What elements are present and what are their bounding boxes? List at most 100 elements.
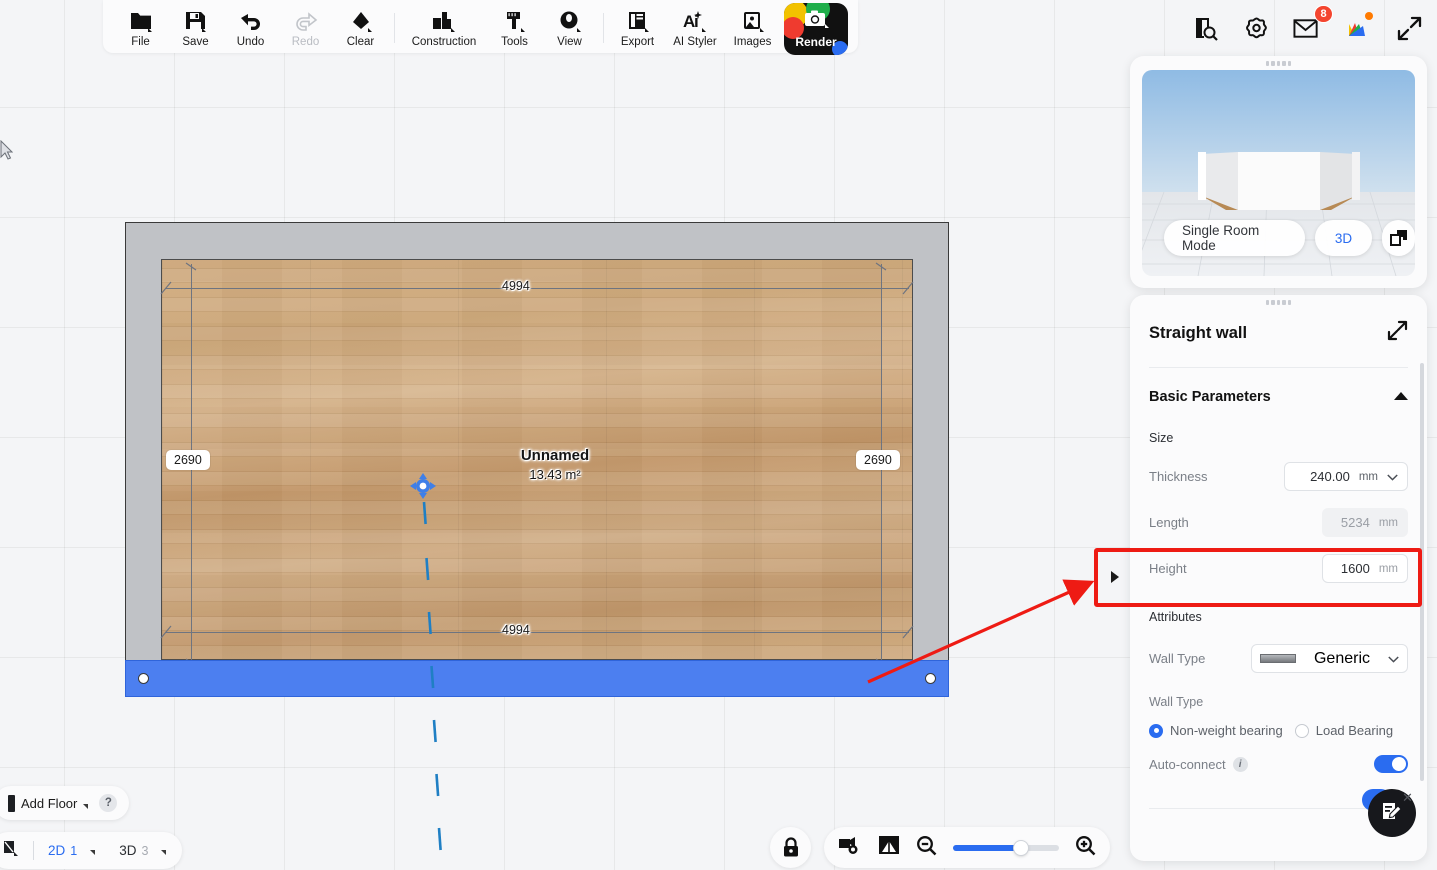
radio-load-bearing[interactable]: Load Bearing [1294,723,1394,738]
size-label: Size [1149,431,1174,445]
radio-label-non-weight: Non-weight bearing [1170,723,1283,738]
help-icon[interactable]: ? [99,794,118,812]
zoom-in-icon[interactable] [1075,835,1096,861]
tools-ruler-icon [503,6,527,36]
caret-down-2d-icon[interactable] [90,850,96,855]
toolbar-item-ai-styler[interactable]: A i AI Styler [665,2,725,53]
mirror-flip-icon[interactable] [878,835,900,860]
thickness-field[interactable]: 240.00 mm [1284,462,1408,491]
info-icon[interactable]: i [1232,756,1248,772]
toolbar-item-save[interactable]: Save [168,2,223,53]
basic-parameters-header[interactable]: Basic Parameters [1149,388,1408,406]
camera-snapshot-icon[interactable] [838,835,862,860]
selected-wall[interactable] [125,660,949,697]
mail-icon[interactable]: 8 [1293,5,1333,42]
eraser-icon [349,6,373,36]
wall-node-right[interactable] [925,673,936,684]
dim-label-top[interactable]: 4994 [502,279,530,293]
dim-label-right[interactable]: 2690 [856,450,900,470]
toolbar-item-tools[interactable]: Tools [487,2,542,53]
chevron-down-walltype-icon[interactable] [1388,650,1399,668]
chevron-up-icon[interactable] [1394,388,1408,406]
floorplan-drawing[interactable]: 4994 4994 2690 2690 Unnamed 13.43 m² [125,222,949,697]
toolbar-label-redo: Redo [291,36,320,48]
wall-type-swatch [1260,654,1296,663]
toolbar-item-clear[interactable]: Clear [333,2,388,53]
zoom-slider[interactable] [953,840,1059,855]
toolbar-item-view[interactable]: View [542,2,597,53]
height-expand-caret-icon[interactable] [1111,571,1119,583]
move-handle-icon[interactable] [409,472,437,500]
color-fan-icon[interactable] [1344,12,1373,42]
toolbar-item-construction[interactable]: Construction [401,2,487,53]
auto-connect-label: Auto-connect [1149,756,1226,772]
undo-arrow-icon [239,6,263,36]
toolbar-label-undo: Undo [236,36,265,48]
room-label[interactable]: Unnamed 13.43 m² [475,447,635,482]
panel-title: Straight wall [1149,323,1248,342]
render-button[interactable]: Render [784,3,848,55]
view-mode-bar: 2D 1 3D 3 [0,832,183,869]
chevron-down-icon[interactable] [1387,468,1398,486]
fullscreen-expand-icon[interactable] [1395,14,1423,42]
wall-type-value: Generic [1313,649,1371,667]
radio-dot-unselected [1294,723,1309,738]
wall-type-select[interactable]: Generic [1251,644,1408,673]
toolbar-label-save: Save [182,36,209,48]
mouse-cursor-icon [0,140,13,160]
canvas-bottom-toolbar [824,827,1110,868]
toolbar-label-construction: Construction [411,36,477,48]
expand-panel-icon[interactable] [1387,320,1408,346]
thickness-label: Thickness [1149,469,1208,484]
toolbar-label-ai-styler: AI Styler [673,36,717,48]
export-page-icon [626,6,650,36]
chat-close-icon[interactable]: ✕ [1402,790,1413,806]
zoom-slider-fill [953,844,1021,851]
view-mode-2d-label: 2D [48,843,66,858]
caret-down-3d-icon[interactable] [161,850,167,855]
caret-down-icon[interactable] [83,804,89,809]
toolbar-item-undo[interactable]: Undo [223,2,278,53]
toolbar-label-tools: Tools [501,36,528,48]
add-floor-control[interactable]: Add Floor ? [0,786,130,820]
wall-node-left[interactable] [138,673,149,684]
preview-drag-handle[interactable] [1265,61,1292,66]
radio-label-load-bearing: Load Bearing [1315,723,1394,738]
length-unit: mm [1378,516,1398,529]
length-value: 5234 [1340,515,1370,530]
room-area: 13.43 m² [529,467,581,482]
view-mode-3d-count: 3 [141,844,149,858]
notification-dot [1365,12,1373,20]
thickness-unit: mm [1358,470,1378,483]
app-root: 4994 4994 2690 2690 Unnamed 13.43 m² Fil… [0,0,1437,870]
view-mode-2d[interactable]: 2D 1 [48,843,96,858]
auto-connect-toggle[interactable] [1374,755,1408,773]
zoom-out-icon[interactable] [916,835,937,861]
properties-scrollbar[interactable] [1420,363,1424,781]
document-search-icon[interactable] [1191,14,1219,42]
mode-3d-button[interactable]: 3D [1314,220,1373,256]
single-room-mode-button[interactable]: Single Room Mode [1164,220,1305,256]
popout-window-button[interactable] [1382,220,1415,256]
height-row: Height 1600 mm [1149,554,1408,583]
height-value: 1600 [1340,561,1370,576]
radio-dot-selected [1149,723,1163,738]
preview-3d-scene[interactable]: Single Room Mode 3D [1142,70,1415,276]
view-mode-2d-count: 1 [70,844,78,858]
lock-button[interactable] [770,827,811,868]
ai-styler-icon: A i [682,6,708,36]
dim-label-left[interactable]: 2690 [166,450,210,470]
toolbar-item-export[interactable]: Export [610,2,665,53]
radio-non-weight-bearing[interactable]: Non-weight bearing [1149,723,1283,738]
gear-icon[interactable] [1242,14,1270,42]
length-field: 5234 mm [1322,508,1408,537]
toolbar-item-redo[interactable]: Redo [278,2,333,53]
zoom-slider-knob[interactable] [1014,840,1029,855]
toolbar-item-images[interactable]: Images [725,2,780,53]
layers-icon[interactable] [2,839,19,863]
toolbar-item-file[interactable]: File [113,2,168,53]
dim-label-bottom[interactable]: 4994 [502,623,530,637]
thickness-row: Thickness 240.00 mm [1149,462,1408,491]
view-mode-3d[interactable]: 3D 3 [119,843,167,858]
height-field[interactable]: 1600 mm [1322,554,1408,583]
